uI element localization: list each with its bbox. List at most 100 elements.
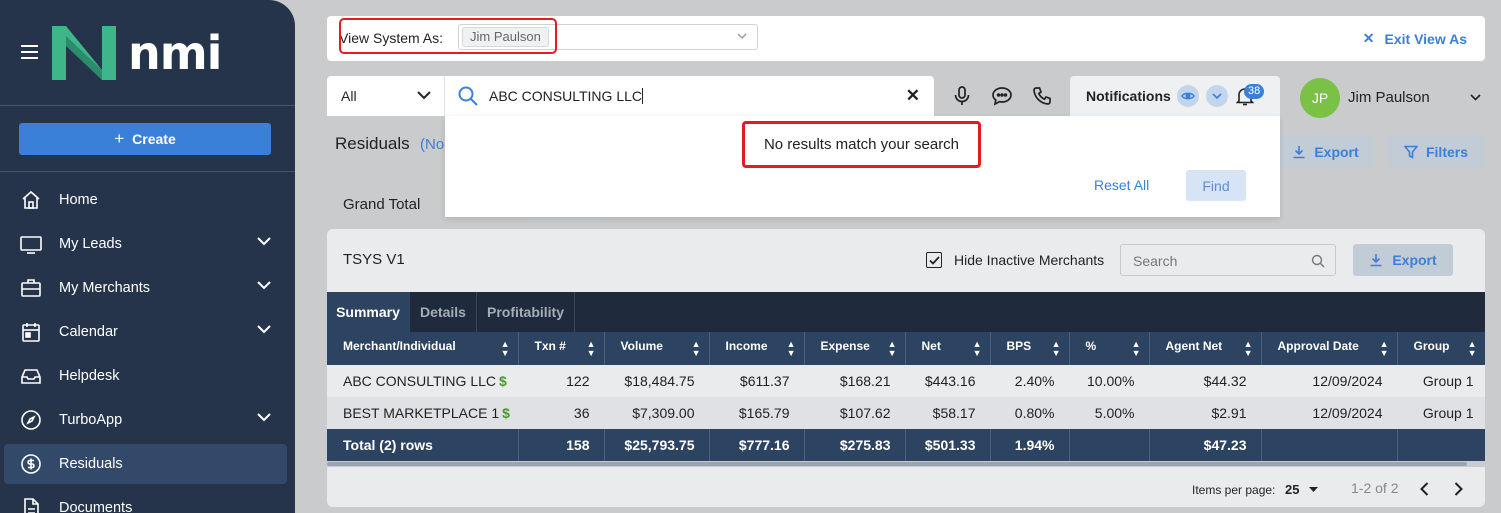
- notifications-panel[interactable]: Notifications 38: [1070, 76, 1280, 116]
- column-header[interactable]: Income ▲ ▼: [709, 332, 805, 365]
- column-header[interactable]: Merchant/Individual ▲ ▼: [327, 332, 519, 365]
- no-results-message: No results match your search: [742, 121, 981, 168]
- tab-profitability[interactable]: Profitability: [477, 292, 575, 332]
- chevron-down-icon[interactable]: [257, 280, 271, 290]
- items-per-page-select[interactable]: 25: [1285, 482, 1299, 497]
- avatar[interactable]: JP: [1300, 78, 1340, 118]
- sort-icon[interactable]: ▲ ▼: [1132, 340, 1141, 358]
- text-caret: [642, 88, 643, 104]
- export-button[interactable]: Export: [1278, 135, 1373, 168]
- column-header[interactable]: Volume ▲ ▼: [604, 332, 710, 365]
- sidebar-item-label: Documents: [59, 500, 133, 513]
- nmi-logo[interactable]: nmi: [48, 22, 222, 84]
- bps-cell: 1.94%: [990, 429, 1070, 461]
- table-header-row: Merchant/Individual ▲ ▼ Txn # ▲ ▼ Volume ▲ ▼ I…: [327, 332, 1485, 365]
- txn-cell: 36: [518, 397, 604, 429]
- column-header[interactable]: BPS ▲ ▼: [990, 332, 1070, 365]
- briefcase-icon: [20, 277, 42, 299]
- sidebar-item-label: Home: [59, 192, 98, 208]
- chevron-down-icon[interactable]: [257, 236, 271, 246]
- chevron-down-icon[interactable]: [1470, 94, 1481, 101]
- total-label-cell: Total (2) rows: [327, 429, 519, 461]
- column-header[interactable]: Expense ▲ ▼: [804, 332, 906, 365]
- expense-cell: $275.83: [804, 429, 906, 461]
- phone-icon[interactable]: [1032, 86, 1052, 106]
- filter-icon: [1403, 145, 1418, 159]
- sidebar-item-home[interactable]: Home: [0, 180, 295, 220]
- merchant-cell[interactable]: BEST MARKETPLACE 1 $: [327, 397, 518, 429]
- volume-cell: $25,793.75: [604, 429, 710, 461]
- horizontal-scrollbar[interactable]: [327, 461, 1485, 467]
- search-input[interactable]: ABC CONSULTING LLC: [489, 88, 643, 104]
- create-button[interactable]: + Create: [19, 123, 271, 155]
- sort-icon[interactable]: ▲ ▼: [1244, 340, 1253, 358]
- clear-search-icon[interactable]: ✕: [906, 86, 920, 106]
- sort-icon[interactable]: ▲ ▼: [787, 340, 796, 358]
- sidebar-item-residuals[interactable]: Residuals: [4, 444, 287, 484]
- export-label: Export: [1314, 143, 1359, 160]
- table-row[interactable]: ABC CONSULTING LLC $ 122 $18,484.75 $611.…: [327, 365, 1485, 397]
- sort-icon[interactable]: ▲ ▼: [587, 340, 596, 358]
- hide-inactive-toggle[interactable]: Hide Inactive Merchants: [926, 252, 1104, 268]
- grand-total-label: Grand Total: [343, 196, 421, 213]
- column-header[interactable]: Txn # ▲ ▼: [518, 332, 605, 365]
- search-query: ABC CONSULTING LLC: [489, 88, 642, 104]
- chevron-down-icon[interactable]: [257, 324, 271, 334]
- sort-icon[interactable]: ▲ ▼: [1380, 340, 1389, 358]
- chat-icon[interactable]: [991, 86, 1013, 106]
- dollar-circle-icon: [20, 453, 42, 475]
- sort-icon[interactable]: ▲ ▼: [692, 340, 701, 358]
- dollar-icon: $: [499, 373, 507, 389]
- scrollbar-thumb[interactable]: [327, 462, 1467, 466]
- chevron-right-icon[interactable]: [1454, 482, 1463, 496]
- sort-icon[interactable]: ▲ ▼: [501, 340, 510, 358]
- caret-down-icon[interactable]: [1309, 487, 1318, 493]
- merchant-cell[interactable]: ABC CONSULTING LLC $: [327, 365, 518, 397]
- chevron-left-icon[interactable]: [1420, 482, 1429, 496]
- column-header[interactable]: Approval Date ▲ ▼: [1261, 332, 1398, 365]
- compass-icon: [20, 409, 42, 431]
- sort-icon[interactable]: ▲ ▼: [1052, 340, 1061, 358]
- tab-details[interactable]: Details: [410, 292, 477, 332]
- sidebar-item-label: My Leads: [59, 236, 122, 252]
- sidebar-item-documents[interactable]: Documents: [0, 488, 295, 513]
- filters-button[interactable]: Filters: [1388, 135, 1484, 168]
- chevron-down-icon[interactable]: [1206, 85, 1228, 107]
- reset-all-link[interactable]: Reset All: [1094, 177, 1149, 193]
- chevron-down-icon[interactable]: [417, 91, 431, 100]
- find-button[interactable]: Find: [1186, 170, 1246, 201]
- document-icon: [20, 497, 42, 513]
- exit-view-as-button[interactable]: ✕ Exit View As: [1363, 30, 1467, 47]
- sort-icon[interactable]: ▲ ▼: [1468, 340, 1477, 358]
- card-search-input[interactable]: Search: [1120, 244, 1336, 276]
- chevron-down-icon[interactable]: [257, 412, 271, 422]
- sidebar-item-my-leads[interactable]: My Leads: [0, 224, 295, 264]
- sidebar-item-calendar[interactable]: Calendar: [0, 312, 295, 352]
- menu-icon[interactable]: [21, 44, 39, 60]
- sort-icon[interactable]: ▲ ▼: [888, 340, 897, 358]
- txn-cell: 158: [518, 429, 605, 461]
- sidebar: nmi + Create Home My Leads My Merchants …: [0, 0, 295, 513]
- download-icon: [1370, 254, 1382, 267]
- checkbox[interactable]: [926, 252, 942, 268]
- income-cell: $165.79: [709, 397, 804, 429]
- chevron-down-icon[interactable]: [737, 33, 747, 40]
- search-category-select[interactable]: All: [341, 88, 357, 104]
- sidebar-item-turboapp[interactable]: TurboApp: [0, 400, 295, 440]
- column-header[interactable]: Group ▲ ▼: [1397, 332, 1485, 365]
- sort-icon[interactable]: ▲ ▼: [973, 340, 982, 358]
- microphone-icon[interactable]: [953, 86, 971, 106]
- card-export-button[interactable]: Export: [1353, 244, 1453, 276]
- eye-icon[interactable]: [1177, 85, 1199, 107]
- table-row[interactable]: BEST MARKETPLACE 1 $ 36 $7,309.00 $165.79…: [327, 397, 1485, 429]
- plus-icon: +: [114, 129, 125, 148]
- column-header[interactable]: Agent Net ▲ ▼: [1149, 332, 1262, 365]
- user-name[interactable]: Jim Paulson: [1348, 89, 1430, 106]
- column-header[interactable]: % ▲ ▼: [1069, 332, 1150, 365]
- sidebar-item-helpdesk[interactable]: Helpdesk: [0, 356, 295, 396]
- column-header[interactable]: Net ▲ ▼: [905, 332, 991, 365]
- sidebar-divider: [0, 105, 295, 106]
- sidebar-item-my-merchants[interactable]: My Merchants: [0, 268, 295, 308]
- filters-label: Filters: [1425, 143, 1468, 160]
- tab-summary[interactable]: Summary: [327, 292, 410, 332]
